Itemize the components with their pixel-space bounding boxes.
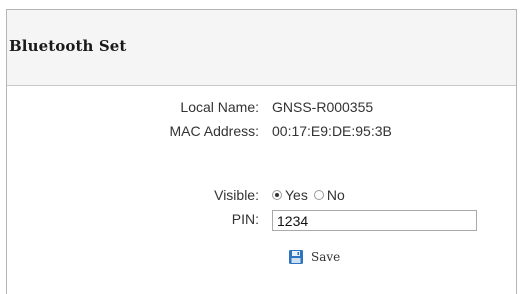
- pin-input[interactable]: [272, 210, 477, 231]
- local-name-label: Local Name:: [180, 99, 259, 115]
- local-name-value: GNSS-R000355: [272, 99, 374, 115]
- visible-label: Visible:: [214, 187, 259, 203]
- visible-no-radio[interactable]: [313, 190, 324, 200]
- save-label: Save: [311, 250, 341, 264]
- visible-radio-group: Yes No: [272, 186, 351, 204]
- panel-header: Bluetooth Set: [7, 10, 516, 86]
- visible-yes-label[interactable]: Yes: [285, 187, 308, 203]
- save-button[interactable]: Save: [288, 247, 340, 267]
- pin-label: PIN:: [231, 211, 259, 227]
- bluetooth-settings-panel: Bluetooth Set: [6, 9, 517, 294]
- mac-address-label: MAC Address:: [169, 123, 259, 139]
- mac-address-value: 00:17:E9:DE:95:3B: [272, 123, 392, 139]
- save-icon: [288, 249, 304, 265]
- visible-yes-radio[interactable]: [272, 190, 282, 200]
- visible-no-label[interactable]: No: [327, 187, 345, 203]
- panel-title: Bluetooth Set: [9, 37, 127, 55]
